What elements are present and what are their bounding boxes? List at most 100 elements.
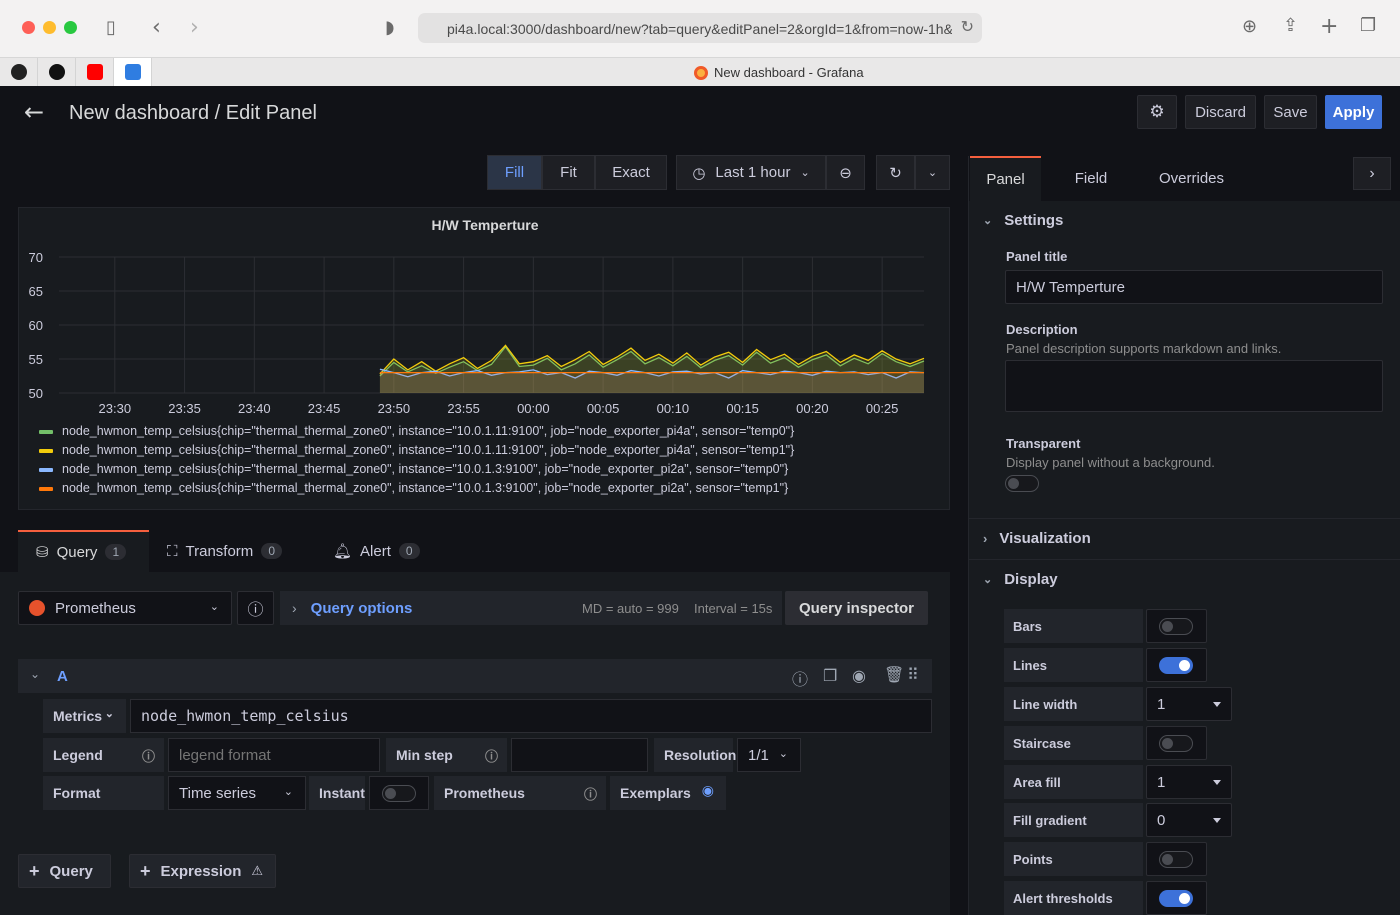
description-textarea[interactable]: [1005, 360, 1383, 412]
add-query-label: Query: [49, 862, 93, 880]
back-icon[interactable]: ‹: [152, 15, 161, 40]
format-select[interactable]: Time series ⌄: [168, 776, 306, 810]
plus-icon: +: [29, 860, 40, 881]
trash-icon[interactable]: 🗑︎: [884, 665, 904, 684]
line-width-value: 1: [1157, 695, 1166, 713]
metrics-query-input[interactable]: node_hwmon_temp_celsius: [130, 699, 932, 733]
resolution-select[interactable]: 1/1 ⌄: [737, 738, 801, 772]
metrics-dropdown[interactable]: Metrics ⌄: [43, 699, 126, 733]
x-tick-label: 23:55: [447, 401, 480, 416]
visualization-section-header[interactable]: › Visualization: [983, 530, 1091, 547]
tab-field[interactable]: Field: [1056, 156, 1126, 201]
fill-gradient-select[interactable]: 0: [1146, 803, 1232, 837]
exemplars-label: Exemplars: [620, 785, 691, 801]
sidebar-toggle-icon[interactable]: ▯: [106, 17, 116, 38]
panel-title-label: Panel title: [1006, 249, 1068, 264]
legend-swatch: [39, 449, 53, 453]
help-icon[interactable]: ⓘ: [792, 666, 808, 690]
shield-icon[interactable]: ◗: [385, 17, 394, 38]
transparent-toggle[interactable]: [1005, 475, 1039, 492]
tab-overrides[interactable]: Overrides: [1144, 156, 1239, 201]
staircase-toggle[interactable]: [1159, 735, 1193, 752]
query-options-bar[interactable]: › Query options MD = auto = 999 Interval…: [280, 591, 782, 625]
chevron-down-icon: ⌄: [983, 574, 993, 586]
zoom-out-button[interactable]: ⊖: [826, 155, 865, 190]
dashboard-settings-button[interactable]: ⚙: [1137, 95, 1177, 129]
active-tab[interactable]: New dashboard - Grafana: [694, 65, 864, 80]
alert-thresholds-toggle[interactable]: [1159, 890, 1193, 907]
line-width-select[interactable]: 1: [1146, 687, 1232, 721]
datasource-help-button[interactable]: ⓘ: [237, 591, 274, 625]
editor-tabs: ⛁ Query 1 ⛶ Transform 0 🔔︎ Alert 0: [18, 530, 455, 572]
query-inspector-button[interactable]: Query inspector: [785, 591, 928, 625]
download-icon[interactable]: ⊕: [1242, 16, 1257, 37]
save-button[interactable]: Save: [1264, 95, 1317, 129]
x-tick-label: 00:20: [796, 401, 829, 416]
time-range-picker[interactable]: ◷ Last 1 hour ⌄: [676, 155, 826, 190]
drag-handle-icon[interactable]: ⠿: [907, 665, 919, 684]
back-arrow-icon[interactable]: ←: [24, 98, 44, 126]
caret-down-icon: [1213, 818, 1221, 823]
refresh-interval-dropdown[interactable]: ⌄: [915, 155, 950, 190]
legend-format-input[interactable]: [168, 738, 380, 772]
points-toggle[interactable]: [1159, 851, 1193, 868]
share-icon[interactable]: ⇪: [1283, 15, 1298, 36]
exact-mode-button[interactable]: Exact: [595, 155, 667, 190]
tab-overview-icon[interactable]: ❐: [1360, 15, 1376, 36]
metrics-label: Metrics: [53, 708, 103, 724]
info-icon[interactable]: ⓘ: [584, 784, 597, 803]
tab-alert[interactable]: 🔔︎ Alert 0: [315, 530, 455, 572]
settings-section-header[interactable]: ⌄ Settings: [983, 212, 1063, 229]
tab-transform[interactable]: ⛶ Transform 0: [149, 530, 315, 572]
tab-transform-label: Transform: [185, 542, 254, 560]
forward-icon[interactable]: ›: [190, 15, 199, 40]
area-fill-select[interactable]: 1: [1146, 765, 1232, 799]
fill-mode-button[interactable]: Fill: [487, 155, 542, 190]
instant-toggle-box: [369, 776, 429, 810]
min-step-input[interactable]: [511, 738, 648, 772]
tab-panel[interactable]: Panel: [970, 156, 1041, 201]
add-query-button[interactable]: + Query: [18, 854, 111, 888]
pinned-tab-app[interactable]: [114, 58, 152, 86]
panel-title-input[interactable]: H/W Temperture: [1005, 270, 1383, 304]
lines-toggle[interactable]: [1159, 657, 1193, 674]
collapse-chevron-icon[interactable]: ⌄: [30, 667, 40, 681]
refresh-button[interactable]: ↻: [876, 155, 915, 190]
legend-swatch: [39, 430, 53, 434]
legend-label: Legend: [53, 747, 103, 763]
eye-icon[interactable]: ◉: [852, 666, 866, 685]
x-tick-label: 00:05: [587, 401, 620, 416]
query-ref-id[interactable]: A: [57, 668, 68, 685]
series-area-3: [379, 372, 924, 393]
new-tab-icon[interactable]: +: [1320, 14, 1338, 39]
apply-button[interactable]: Apply: [1325, 95, 1382, 129]
y-tick-label: 65: [29, 284, 43, 299]
legend-swatch: [39, 487, 53, 491]
options-tabs: Panel Field Overrides ›: [969, 156, 1400, 201]
pinned-tab-github[interactable]: [38, 58, 76, 86]
collapse-options-button[interactable]: ›: [1353, 157, 1391, 190]
fit-mode-button[interactable]: Fit: [542, 155, 595, 190]
duplicate-icon[interactable]: ❐: [823, 666, 837, 685]
pinned-tab-1password[interactable]: [0, 58, 38, 86]
display-section-header[interactable]: ⌄ Display: [983, 571, 1058, 588]
divider: [969, 559, 1400, 560]
info-icon[interactable]: ⓘ: [142, 746, 155, 765]
pinned-tab-youtube[interactable]: [76, 58, 114, 86]
reload-icon[interactable]: ↻: [961, 17, 974, 36]
datasource-picker[interactable]: Prometheus ⌄: [18, 591, 232, 625]
tab-query[interactable]: ⛁ Query 1: [18, 530, 149, 572]
minimize-window-button[interactable]: [43, 21, 56, 34]
discard-button[interactable]: Discard: [1185, 95, 1256, 129]
close-window-button[interactable]: [22, 21, 35, 34]
warning-icon: ⚠: [251, 863, 264, 879]
bell-icon: 🔔︎: [333, 542, 353, 560]
bars-toggle[interactable]: [1159, 618, 1193, 635]
maximize-window-button[interactable]: [64, 21, 77, 34]
info-icon[interactable]: ⓘ: [485, 746, 498, 765]
instant-toggle[interactable]: [382, 785, 416, 802]
add-expression-button[interactable]: + Expression ⚠: [129, 854, 276, 888]
zoom-out-icon: ⊖: [839, 163, 852, 182]
address-bar[interactable]: pi4a.local:3000/dashboard/new?tab=query&…: [418, 13, 982, 43]
exemplars-eye-icon[interactable]: ◉: [702, 783, 714, 799]
